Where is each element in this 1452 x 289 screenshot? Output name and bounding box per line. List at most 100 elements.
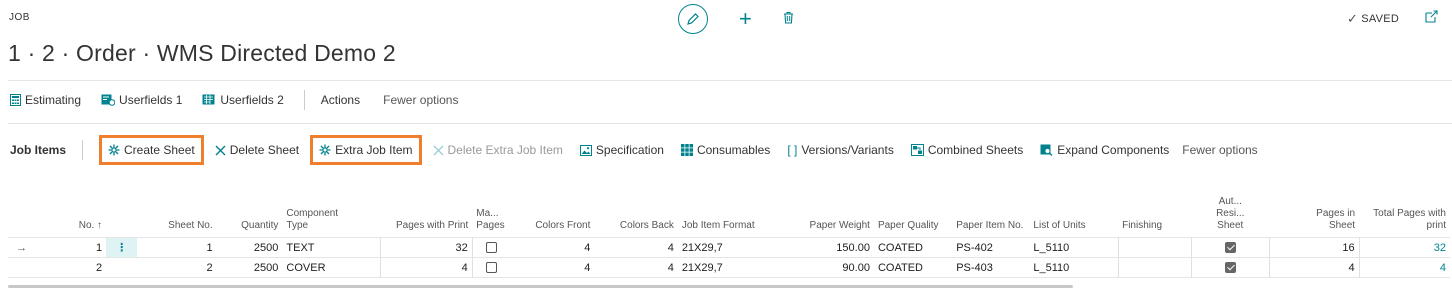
userfields-icon [101,94,116,106]
table-row[interactable]: → 1 ⋮ 1 2500 TEXT 32 4 4 21X29,7 150.00 … [8,237,1450,258]
row-menu-header [106,196,137,238]
actions-menu[interactable]: Actions [321,93,360,107]
col-ma-pages[interactable]: Ma... Pages [472,196,511,238]
cell-component-type[interactable]: COVER [282,257,381,278]
col-auto-resize-sheet[interactable]: Aut... Resi... Sheet [1191,196,1269,238]
cell-list-of-units[interactable]: L_5110 [1029,257,1119,278]
row-menu-icon[interactable]: ⋮ [106,237,138,258]
cell-colors-front[interactable]: 4 [510,257,595,278]
cell-paper-item-no[interactable]: PS-402 [952,237,1030,258]
col-finishing[interactable]: Finishing [1118,196,1191,238]
userfields1-action[interactable]: Userfields 1 [101,93,182,107]
delete-sheet-button[interactable]: Delete Sheet [209,135,305,165]
row-indicator [8,257,36,278]
versions-variants-button[interactable]: [ ] Versions/Variants [781,135,900,165]
delete-x-icon [215,145,226,155]
cell-job-item-format[interactable]: 21X29,7 [677,237,783,258]
col-paper-weight[interactable]: Paper Weight [782,196,874,238]
col-component-type[interactable]: Component Type [282,196,380,238]
divider [8,80,1452,81]
page-action-bar: Estimating Userfields 1 Userfields 2 Act… [10,90,458,110]
cell-pages-in-sheet[interactable]: 16 [1268,237,1360,258]
extra-job-item-button[interactable]: Extra Job Item [310,135,422,165]
cell-auto-resize-sheet[interactable] [1191,237,1270,258]
col-sheet-no[interactable]: Sheet No. [137,196,216,238]
cell-job-item-format[interactable]: 21X29,7 [677,257,783,278]
create-sheet-button[interactable]: Create Sheet [99,135,204,165]
cell-paper-weight[interactable]: 150.00 [782,237,874,258]
table-row[interactable]: 2 2 2500 COVER 4 4 4 21X29,7 90.00 COATE… [8,257,1450,278]
delete-extra-job-item-button[interactable]: Delete Extra Job Item [427,135,569,165]
expand-search-icon [1040,144,1053,156]
sparkle-icon [319,144,331,156]
cell-component-type[interactable]: TEXT [282,237,381,258]
fewer-options-button[interactable]: Fewer options [383,93,458,107]
userfields-icon [202,94,215,105]
trash-icon[interactable] [783,11,794,27]
cell-colors-back[interactable]: 4 [594,237,678,258]
plus-icon[interactable]: + [739,8,752,30]
cell-total-pages[interactable]: 32 [1359,237,1450,258]
cell-sheet-no[interactable]: 1 [137,237,217,258]
cell-no[interactable]: 2 [35,257,107,278]
row-indicator-header [8,196,35,238]
cell-paper-quality[interactable]: COATED [873,257,953,278]
cell-colors-front[interactable]: 4 [510,237,595,258]
calculator-icon [10,94,21,106]
horizontal-scrollbar[interactable] [8,285,1073,288]
cell-pages-with-print[interactable]: 32 [379,237,473,258]
checkbox[interactable] [1224,242,1236,254]
brackets-icon: [ ] [787,143,798,157]
edit-icon[interactable] [678,4,708,34]
cell-paper-quality[interactable]: COATED [873,237,953,258]
col-paper-item-no[interactable]: Paper Item No. [952,196,1029,238]
col-job-item-format[interactable]: Job Item Format [678,196,782,238]
saved-status: ✓ SAVED [1347,11,1400,26]
cell-finishing[interactable] [1117,257,1192,278]
header-actions: + [678,4,794,34]
cell-list-of-units[interactable]: L_5110 [1029,237,1119,258]
checkbox[interactable] [486,242,498,254]
specification-button[interactable]: Specification [574,135,670,165]
check-icon: ✓ [1347,11,1359,26]
cell-quantity[interactable]: 2500 [216,237,283,258]
cell-total-pages[interactable]: 4 [1359,257,1450,278]
col-colors-back[interactable]: Colors Back [594,196,677,238]
sparkle-icon [108,144,120,156]
cell-auto-resize-sheet[interactable] [1191,257,1270,278]
estimating-action[interactable]: Estimating [10,93,81,107]
col-total-pages[interactable]: Total Pages with print [1359,196,1450,238]
col-no[interactable]: No. ↑ [35,196,106,238]
job-items-table: No. ↑ Sheet No. Quantity Component Type P… [8,196,1450,278]
separator [82,140,84,160]
expand-components-button[interactable]: Expand Components [1034,135,1175,165]
image-icon [579,144,592,156]
consumables-button[interactable]: Consumables [675,135,776,165]
col-pages-in-sheet[interactable]: Pages in Sheet [1269,196,1359,238]
fewer-options-button[interactable]: Fewer options [1180,135,1259,165]
col-list-of-units[interactable]: List of Units [1029,196,1118,238]
row-menu-cell [106,257,138,278]
cell-pages-in-sheet[interactable]: 4 [1268,257,1360,278]
userfields2-action[interactable]: Userfields 2 [202,93,284,107]
checkbox[interactable] [486,262,498,274]
cell-finishing[interactable] [1117,237,1192,258]
row-selected-arrow-icon: → [8,237,36,258]
delete-x-icon [433,145,443,155]
col-colors-front[interactable]: Colors Front [511,196,594,238]
col-pages-with-print[interactable]: Pages with Print [380,196,472,238]
open-new-window-icon[interactable] [1425,10,1439,26]
cell-pages-with-print[interactable]: 4 [379,257,473,278]
combined-sheets-button[interactable]: Combined Sheets [905,135,1029,165]
cell-paper-weight[interactable]: 90.00 [782,257,874,278]
cell-ma-pages[interactable] [472,237,511,258]
cell-paper-item-no[interactable]: PS-403 [952,257,1030,278]
cell-quantity[interactable]: 2500 [216,257,283,278]
cell-sheet-no[interactable]: 2 [137,257,217,278]
col-quantity[interactable]: Quantity [217,196,283,238]
col-paper-quality[interactable]: Paper Quality [874,196,952,238]
cell-no[interactable]: 1 [35,237,107,258]
cell-ma-pages[interactable] [472,257,511,278]
checkbox[interactable] [1224,262,1236,274]
cell-colors-back[interactable]: 4 [594,257,678,278]
